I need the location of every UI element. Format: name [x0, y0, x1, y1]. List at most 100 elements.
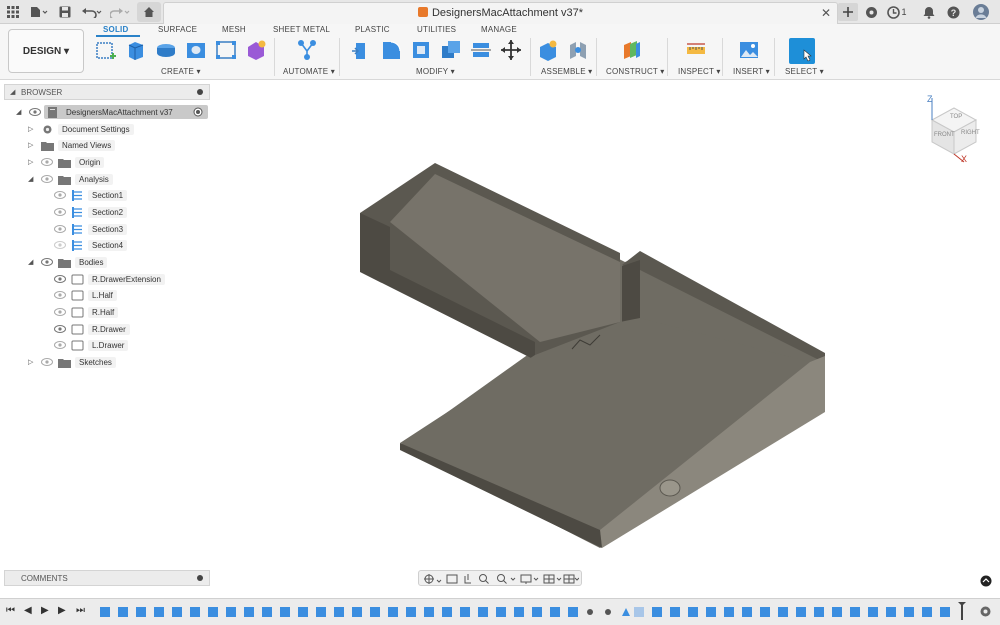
tree-item-document-settings[interactable]: ▷ Document Settings: [0, 122, 210, 136]
tab-plastic[interactable]: PLASTIC: [355, 25, 390, 34]
visibility-eye-icon[interactable]: [41, 258, 53, 266]
close-tab-icon[interactable]: ✕: [821, 6, 831, 20]
tab-manage[interactable]: MANAGE: [481, 25, 517, 34]
visibility-eye-icon[interactable]: [54, 225, 66, 233]
model-viewport[interactable]: [340, 150, 840, 560]
insert-group-label[interactable]: INSERT ▾: [733, 67, 770, 76]
timeline-settings-gear-icon[interactable]: [979, 605, 992, 618]
shell-icon[interactable]: [410, 39, 432, 61]
visibility-eye-icon[interactable]: [54, 291, 66, 299]
tree-item-sketches[interactable]: ▷ Sketches: [0, 355, 210, 369]
timeline-start-icon[interactable]: ⏮: [6, 605, 15, 616]
press-pull-icon[interactable]: [350, 39, 372, 61]
timeline-feature-items[interactable]: [100, 602, 966, 620]
data-panel-grid-icon[interactable]: [4, 3, 22, 21]
text-commands-icon[interactable]: [980, 575, 992, 587]
collapse-arrow-icon[interactable]: ◢: [16, 108, 21, 116]
timeline-play-icon[interactable]: ▶: [41, 605, 49, 616]
tree-item-section3[interactable]: Section3: [0, 222, 210, 236]
browser-panel-header[interactable]: ◢ BROWSER: [4, 84, 210, 100]
file-menu-icon[interactable]: [28, 3, 50, 21]
new-tab-icon[interactable]: [838, 3, 858, 21]
tab-sheet-metal[interactable]: SHEET METAL: [273, 25, 330, 34]
create-group-label[interactable]: CREATE ▾: [161, 67, 201, 76]
visibility-eye-icon[interactable]: [54, 208, 66, 216]
visibility-eye-icon[interactable]: [29, 108, 41, 116]
automate-icon[interactable]: [296, 39, 318, 61]
revolve-icon[interactable]: [155, 39, 177, 61]
split-body-icon[interactable]: [470, 39, 492, 61]
help-icon[interactable]: ?: [944, 3, 962, 21]
expand-arrow-icon[interactable]: ▷: [28, 125, 33, 133]
tree-item-body-r-half[interactable]: R.Half: [0, 305, 210, 319]
hole-icon[interactable]: [185, 39, 207, 61]
viewcube[interactable]: TOP FRONT RIGHT Z X: [924, 94, 982, 166]
tab-mesh[interactable]: MESH: [222, 25, 246, 34]
pin-panel-icon[interactable]: [197, 89, 203, 95]
tab-utilities[interactable]: UTILITIES: [417, 25, 456, 34]
collapse-arrow-icon[interactable]: ◢: [28, 258, 33, 266]
collapse-arrow-icon[interactable]: ◢: [28, 175, 33, 183]
fillet-icon[interactable]: [380, 39, 402, 61]
timeline-end-icon[interactable]: ⏭: [76, 605, 85, 616]
tree-item-analysis[interactable]: ◢ Analysis: [0, 172, 210, 186]
extensions-icon[interactable]: [862, 3, 880, 21]
modify-group-label[interactable]: MODIFY ▾: [416, 67, 455, 76]
tree-item-section4[interactable]: Section4: [0, 238, 210, 252]
combine-icon[interactable]: [440, 39, 462, 61]
create-form-icon[interactable]: [245, 39, 267, 61]
insert-image-icon[interactable]: [738, 39, 760, 61]
visibility-eye-icon[interactable]: [54, 308, 66, 316]
drawer-attachment-model[interactable]: [360, 163, 825, 548]
tab-solid[interactable]: SOLID: [103, 25, 128, 34]
visibility-eye-icon[interactable]: [41, 358, 53, 366]
save-icon[interactable]: [56, 3, 74, 21]
tree-item-section2[interactable]: Section2: [0, 205, 210, 219]
create-sketch-icon[interactable]: [95, 39, 117, 61]
rectangular-pattern-icon[interactable]: [215, 39, 237, 61]
expand-arrow-icon[interactable]: ▷: [28, 358, 33, 366]
tree-item-body-r-drawerextension[interactable]: R.DrawerExtension: [0, 272, 210, 286]
timeline-previous-icon[interactable]: ◀: [24, 605, 32, 616]
timeline-next-icon[interactable]: ▶: [58, 605, 66, 616]
visibility-eye-icon[interactable]: [54, 341, 66, 349]
tree-item-section1[interactable]: Section1: [0, 188, 210, 202]
visibility-eye-icon[interactable]: [54, 325, 66, 333]
visibility-eye-icon[interactable]: [54, 191, 66, 199]
expand-arrow-icon[interactable]: ▷: [28, 141, 33, 149]
user-avatar[interactable]: [972, 3, 990, 21]
measure-icon[interactable]: [685, 39, 707, 61]
select-group-label[interactable]: SELECT ▾: [785, 67, 824, 76]
notifications-bell-icon[interactable]: [920, 3, 938, 21]
tree-item-named-views[interactable]: ▷ Named Views: [0, 138, 210, 152]
tree-item-body-l-drawer[interactable]: L.Drawer: [0, 338, 210, 352]
timeline-feature-track[interactable]: [96, 602, 966, 622]
visibility-eye-icon[interactable]: [54, 241, 66, 249]
tab-surface[interactable]: SURFACE: [158, 25, 197, 34]
tree-item-body-l-half[interactable]: L.Half: [0, 288, 210, 302]
pin-panel-icon[interactable]: [197, 575, 203, 581]
navigation-tools-icons[interactable]: [423, 573, 579, 585]
tree-item-body-r-drawer[interactable]: R.Drawer: [0, 322, 210, 336]
collapse-browser-icon[interactable]: ◢: [10, 88, 15, 96]
job-status-icon[interactable]: 1: [885, 3, 909, 21]
workspace-switcher-button[interactable]: DESIGN ▾: [8, 29, 84, 73]
visibility-eye-icon[interactable]: [41, 175, 53, 183]
automate-group-label[interactable]: AUTOMATE ▾: [283, 67, 335, 76]
expand-arrow-icon[interactable]: ▷: [28, 158, 33, 166]
construct-group-label[interactable]: CONSTRUCT ▾: [606, 67, 665, 76]
browser-root-item[interactable]: ◢ DesignersMacAttachment v37: [0, 105, 210, 119]
visibility-eye-icon[interactable]: [54, 275, 66, 283]
visibility-eye-icon[interactable]: [41, 158, 53, 166]
select-icon[interactable]: [789, 38, 815, 64]
tree-item-bodies[interactable]: ◢ Bodies: [0, 255, 210, 269]
inspect-group-label[interactable]: INSPECT ▾: [678, 67, 721, 76]
tree-item-origin[interactable]: ▷ Origin: [0, 155, 210, 169]
undo-icon[interactable]: [80, 3, 104, 21]
move-copy-icon[interactable]: [500, 39, 522, 61]
new-component-icon[interactable]: [537, 39, 559, 61]
redo-icon[interactable]: [108, 3, 132, 21]
home-icon[interactable]: [137, 2, 161, 22]
document-tab[interactable]: DesignersMacAttachment v37* ✕: [163, 2, 838, 24]
active-radio-icon[interactable]: [193, 107, 203, 117]
